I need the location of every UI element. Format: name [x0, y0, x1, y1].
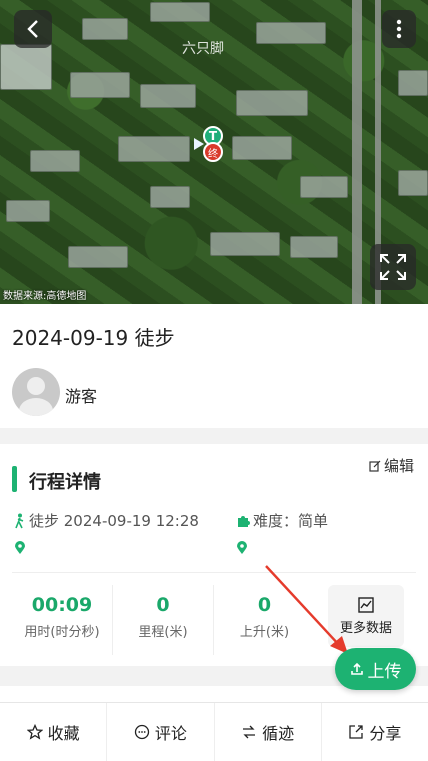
trace-button[interactable]: 循迹 [215, 703, 322, 761]
more-data-button[interactable]: 更多数据 [328, 585, 404, 647]
stat-label: 上升(米) [239, 625, 290, 640]
trip-detail-card: 行程详情 编辑 徒步 2024-09-19 12:28 难度：简单 00:09 … [0, 444, 428, 666]
section-title: 行程详情 [29, 472, 101, 493]
map-building [398, 170, 428, 196]
map-source-label: 数据来源:高德地图 [3, 291, 87, 302]
track-title: 2024-09-19 徒步 [12, 326, 175, 350]
comment-label: 评论 [154, 724, 187, 743]
map-building [70, 72, 130, 98]
difficulty-info: 难度：简单 [236, 510, 328, 531]
share-label: 分享 [369, 724, 402, 743]
stat-value: 0 [257, 594, 272, 616]
map-building [30, 150, 80, 172]
map-building [6, 200, 50, 222]
map-building [0, 44, 52, 90]
location-pin-icon [236, 540, 248, 559]
map-building [300, 176, 348, 198]
upload-button[interactable]: 上传 [335, 648, 416, 690]
map-building [82, 18, 128, 40]
track-header: 2024-09-19 徒步 游客 [0, 304, 428, 428]
section-accent-bar [12, 466, 17, 492]
bottom-action-bar: 收藏 评论 循迹 分享 [0, 702, 428, 761]
comment-button[interactable]: 评论 [107, 703, 215, 761]
back-button[interactable] [14, 10, 52, 48]
edit-label: 编辑 [383, 457, 414, 475]
trace-icon [243, 725, 256, 739]
chart-icon [358, 596, 374, 613]
stat-ascent: 0 上升(米) [214, 585, 315, 655]
comment-icon [134, 724, 150, 740]
map-building [150, 2, 210, 22]
more-button[interactable] [382, 10, 416, 48]
stat-duration: 00:09 用时(时分秒) [12, 585, 113, 655]
map-road [352, 0, 362, 304]
stat-value: 0 [156, 594, 170, 616]
track-map[interactable]: 六只脚 T 终 数据来源:高德地图 [0, 0, 428, 304]
hiker-icon [15, 513, 24, 528]
more-data-label: 更多数据 [339, 620, 392, 636]
favorite-button[interactable]: 收藏 [0, 703, 108, 761]
puzzle-icon [238, 515, 250, 527]
fullscreen-icon [380, 254, 406, 280]
map-building [118, 136, 190, 162]
map-building [232, 136, 292, 160]
activity-info: 徒步 2024-09-19 12:28 [14, 510, 199, 531]
share-icon [349, 725, 364, 739]
stat-distance: 0 里程(米) [113, 585, 214, 655]
avatar[interactable] [12, 368, 60, 416]
fullscreen-button[interactable] [370, 244, 416, 290]
edit-button[interactable]: 编辑 [369, 455, 414, 476]
star-icon [26, 724, 43, 740]
stat-value: 00:09 [31, 594, 93, 616]
activity-text: 徒步 2024-09-19 12:28 [29, 512, 199, 530]
more-vertical-icon [396, 19, 402, 39]
map-building [210, 232, 280, 256]
edit-icon [369, 460, 381, 472]
divider [12, 572, 416, 573]
map-building [236, 90, 308, 116]
share-button[interactable]: 分享 [322, 703, 428, 761]
stat-label: 里程(米) [138, 625, 188, 640]
upload-icon [350, 662, 363, 675]
map-building [398, 70, 428, 96]
map-watermark: 六只脚 [182, 41, 224, 57]
username[interactable]: 游客 [65, 383, 97, 407]
map-building [290, 236, 338, 258]
upload-label: 上传 [367, 661, 402, 682]
location-pin-icon [14, 540, 26, 559]
map-building [68, 246, 128, 268]
difficulty-text: 难度：简单 [253, 512, 329, 530]
map-building [140, 84, 196, 108]
map-building [256, 22, 326, 44]
map-building [150, 186, 190, 208]
favorite-label: 收藏 [47, 724, 80, 743]
trace-label: 循迹 [262, 724, 295, 743]
chevron-left-icon [27, 20, 38, 38]
stat-label: 用时(时分秒) [24, 625, 100, 640]
end-marker: 终 [203, 142, 223, 162]
